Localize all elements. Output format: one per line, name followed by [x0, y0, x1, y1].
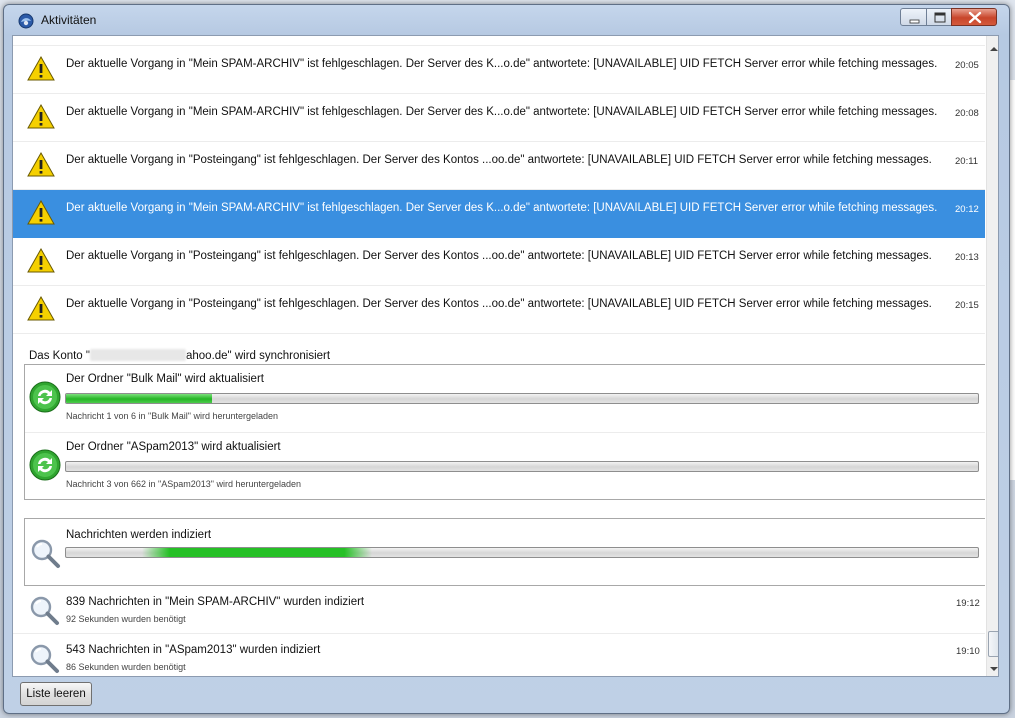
error-time: 20:15	[955, 300, 979, 311]
sync-group-label-prefix: Das Konto "	[29, 350, 90, 362]
completed-row-2[interactable]: 543 Nachrichten in "ASpam2013" wurden in…	[13, 634, 985, 676]
redacted-account-name	[89, 349, 186, 361]
indeterminate-progress-fill	[142, 548, 372, 557]
warning-icon	[27, 200, 55, 225]
error-message: Der aktuelle Vorgang in "Posteingang" is…	[66, 250, 932, 262]
thunderbird-app-icon	[18, 13, 34, 29]
error-time: 20:05	[955, 60, 979, 71]
sync-group-label-suffix: ahoo.de" wird synchronisiert	[185, 350, 331, 362]
activity-list-area: Der aktuelle Vorgang in "Mein SPAM-ARCHI…	[12, 35, 999, 677]
sync-item-bulk-mail[interactable]: Der Ordner "Bulk Mail" wird aktualisiert…	[25, 365, 985, 431]
scrollbar-thumb[interactable]	[988, 631, 998, 657]
progress-fill	[66, 394, 212, 403]
warning-icon	[27, 296, 55, 321]
magnifier-icon	[30, 644, 59, 673]
error-time: 20:12	[955, 204, 979, 215]
warning-icon	[27, 248, 55, 273]
error-row-5[interactable]: Der aktuelle Vorgang in "Posteingang" is…	[13, 238, 985, 286]
window-title: Aktivitäten	[41, 13, 97, 27]
magnifier-icon	[31, 539, 60, 568]
completed-row-1[interactable]: 839 Nachrichten in "Mein SPAM-ARCHIV" wu…	[13, 586, 985, 634]
sync-icon	[29, 381, 61, 413]
error-row-6[interactable]: Der aktuelle Vorgang in "Posteingang" is…	[13, 286, 985, 334]
sync-group-label: Das Konto " ahoo.de" wird synchronisiert	[29, 349, 330, 362]
scroll-up-arrow-icon[interactable]	[989, 44, 999, 54]
sync-item-label: Der Ordner "ASpam2013" wird aktualisiert	[66, 441, 281, 453]
completed-time: 19:10	[956, 646, 980, 657]
progress-bar	[65, 461, 979, 472]
error-time: 20:13	[955, 252, 979, 263]
completed-label: 543 Nachrichten in "ASpam2013" wurden in…	[66, 644, 321, 656]
scroll-down-arrow-icon[interactable]	[989, 664, 999, 674]
maximize-button[interactable]	[926, 8, 952, 26]
activity-manager-window: Aktivitäten Der aktuelle Vorgang in "Mei…	[3, 4, 1010, 714]
sync-item-aspam2013[interactable]: Der Ordner "ASpam2013" wird aktualisiert…	[25, 432, 985, 499]
close-button[interactable]	[951, 8, 997, 26]
error-message: Der aktuelle Vorgang in "Posteingang" is…	[66, 154, 932, 166]
activity-list[interactable]: Der aktuelle Vorgang in "Mein SPAM-ARCHI…	[13, 36, 985, 676]
warning-icon	[27, 56, 55, 81]
progress-bar	[65, 393, 979, 404]
indexing-label: Nachrichten werden indiziert	[66, 529, 212, 541]
maximize-icon	[934, 12, 946, 23]
clear-list-button[interactable]: Liste leeren	[20, 682, 92, 706]
close-icon	[968, 11, 982, 24]
error-message: Der aktuelle Vorgang in "Posteingang" is…	[66, 298, 932, 310]
magnifier-icon	[30, 596, 59, 625]
sync-group-box: Der Ordner "Bulk Mail" wird aktualisiert…	[24, 364, 985, 500]
error-message: Der aktuelle Vorgang in "Mein SPAM-ARCHI…	[66, 202, 938, 214]
warning-icon	[27, 104, 55, 129]
error-row-3[interactable]: Der aktuelle Vorgang in "Posteingang" is…	[13, 142, 985, 190]
vertical-scrollbar[interactable]	[986, 36, 999, 676]
completed-detail: 92 Sekunden wurden benötigt	[66, 614, 186, 624]
warning-icon	[27, 152, 55, 177]
error-message: Der aktuelle Vorgang in "Mein SPAM-ARCHI…	[66, 58, 938, 70]
list-item-partial[interactable]	[13, 36, 985, 46]
sync-item-detail: Nachricht 3 von 662 in "ASpam2013" wird …	[66, 479, 302, 489]
sync-item-detail: Nachricht 1 von 6 in "Bulk Mail" wird he…	[66, 411, 278, 421]
completed-detail: 86 Sekunden wurden benötigt	[66, 662, 186, 672]
title-bar[interactable]: Aktivitäten	[4, 5, 1009, 35]
sync-icon	[29, 449, 61, 481]
sync-item-label: Der Ordner "Bulk Mail" wird aktualisiert	[66, 373, 264, 385]
error-row-1[interactable]: Der aktuelle Vorgang in "Mein SPAM-ARCHI…	[13, 46, 985, 94]
minimize-button[interactable]	[900, 8, 927, 26]
indexing-progress-bar	[65, 547, 979, 558]
error-time: 20:08	[955, 108, 979, 119]
error-message: Der aktuelle Vorgang in "Mein SPAM-ARCHI…	[66, 106, 938, 118]
error-row-2[interactable]: Der aktuelle Vorgang in "Mein SPAM-ARCHI…	[13, 94, 985, 142]
error-time: 20:11	[955, 156, 979, 167]
error-row-4-selected[interactable]: Der aktuelle Vorgang in "Mein SPAM-ARCHI…	[13, 190, 985, 238]
completed-time: 19:12	[956, 598, 980, 609]
minimize-icon	[909, 19, 920, 24]
indexing-box[interactable]: Nachrichten werden indiziert	[24, 518, 985, 586]
completed-label: 839 Nachrichten in "Mein SPAM-ARCHIV" wu…	[66, 596, 365, 608]
